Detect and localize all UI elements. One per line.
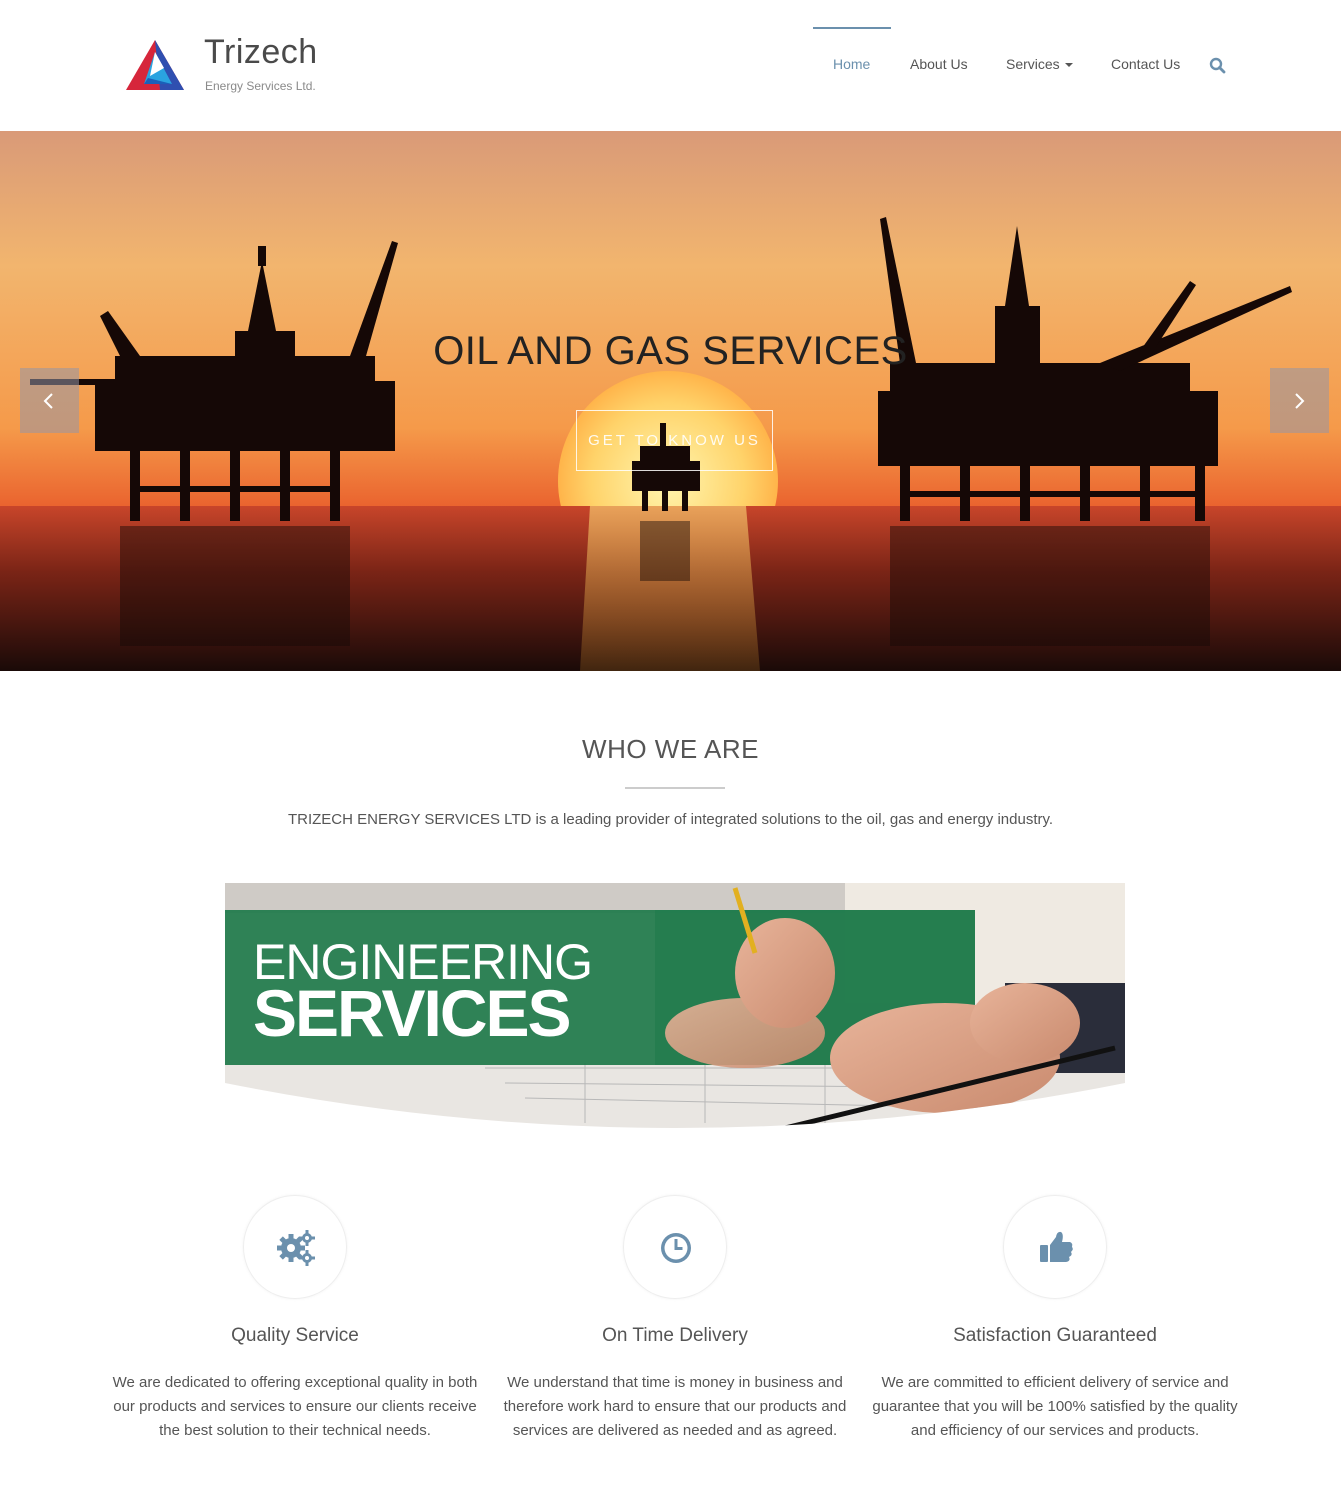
search-icon[interactable] (1209, 57, 1226, 74)
feature-title: Satisfaction Guaranteed (953, 1325, 1157, 1346)
nav-active-indicator (813, 27, 891, 29)
clock-icon (661, 1233, 691, 1263)
chevron-left-icon (43, 393, 53, 409)
engineering-services-banner: ENGINEERING SERVICES (225, 883, 1125, 1128)
feature-quality-service: Quality Service We are dedicated to offe… (105, 1195, 485, 1443)
nav-item-services[interactable]: Services (1006, 56, 1073, 72)
carousel-prev-button[interactable] (20, 368, 79, 433)
nav-item-contact-us[interactable]: Contact Us (1111, 56, 1180, 72)
who-we-are-title: WHO WE ARE (582, 734, 759, 764)
hero-title: OIL AND GAS SERVICES (433, 329, 908, 373)
carousel-next-button[interactable] (1270, 368, 1329, 433)
thumbs-up-icon (1040, 1231, 1073, 1262)
section-divider (625, 787, 725, 789)
feature-text: We are dedicated to offering exceptional… (112, 1374, 478, 1439)
feature-title: On Time Delivery (602, 1325, 748, 1346)
get-to-know-us-button[interactable]: GET TO KNOW US (576, 410, 773, 471)
feature-text: We are committed to efficient delivery o… (872, 1374, 1238, 1439)
feature-satisfaction-guaranteed: Satisfaction Guaranteed We are committed… (865, 1195, 1245, 1443)
feature-text: We understand that time is money in busi… (503, 1374, 847, 1439)
feature-icon-circle (1003, 1195, 1107, 1299)
who-we-are-text: TRIZECH ENERGY SERVICES LTD is a leading… (287, 811, 1054, 828)
feature-on-time-delivery: On Time Delivery We understand that time… (485, 1195, 865, 1443)
nav-item-services-label: Services (1006, 56, 1060, 72)
nav-item-about-us[interactable]: About Us (910, 56, 968, 72)
chevron-right-icon (1295, 393, 1305, 409)
feature-icon-circle (243, 1195, 347, 1299)
main-nav: Home About Us Services Contact Us (0, 0, 1341, 131)
site-header: Trizech Energy Services Ltd. Home About … (0, 0, 1341, 131)
banner-line-services: SERVICES (253, 976, 570, 1050)
gears-icon (277, 1230, 315, 1266)
hero-image-oil-rigs-sunset (0, 131, 1341, 671)
caret-down-icon (1064, 63, 1073, 68)
nav-item-home[interactable]: Home (833, 56, 870, 72)
hero-carousel: OIL AND GAS SERVICES GET TO KNOW US (0, 131, 1341, 671)
feature-icon-circle (623, 1195, 727, 1299)
feature-title: Quality Service (231, 1325, 359, 1346)
